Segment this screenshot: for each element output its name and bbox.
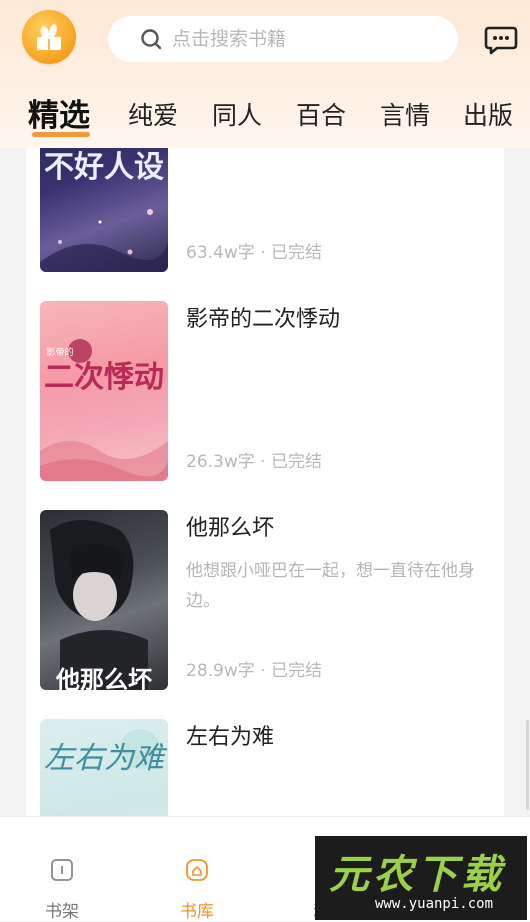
- book-meta: 63.4w字 · 已完结: [186, 243, 322, 263]
- book-cover[interactable]: 他那么坏: [40, 510, 168, 690]
- watermark-url: www.yuanpi.com: [375, 896, 494, 912]
- watermark-logo: 元农下载 www.yuanpi.com: [315, 836, 527, 920]
- tab-published[interactable]: 出版: [463, 96, 513, 132]
- list-item[interactable]: 左右为难 左右为难: [26, 719, 504, 816]
- cover-title: 二次悸动: [44, 360, 164, 395]
- tab-featured[interactable]: 精选: [28, 90, 90, 135]
- tab-fanfic[interactable]: 同人: [212, 96, 262, 132]
- book-description: 他想跟小哑巴在一起，想一直待在他身边。: [186, 561, 475, 611]
- book-list: 不好人设 63.4w字 · 已完结 影帝的 二次悸动 影帝的二次悸动 26.3w…: [26, 148, 504, 816]
- book-cover[interactable]: 影帝的 二次悸动: [40, 301, 168, 481]
- cover-title: 不好人设: [44, 150, 164, 185]
- list-item[interactable]: 不好人设 63.4w字 · 已完结: [26, 148, 504, 272]
- nav-label: 书架: [45, 902, 79, 922]
- search-icon: [141, 29, 162, 50]
- watermark-title: 元农下载: [329, 852, 505, 898]
- nav-label: 书库: [180, 902, 214, 922]
- book-icon: [51, 859, 73, 881]
- book-meta: 28.9w字 · 已完结: [186, 661, 322, 681]
- top-header: 精选 纯爱 同人 百合 言情 出版: [0, 0, 530, 148]
- library-icon: [186, 859, 208, 881]
- active-tab-indicator: [32, 132, 90, 137]
- tab-bl[interactable]: 纯爱: [128, 96, 178, 132]
- scrollbar[interactable]: [526, 720, 529, 810]
- book-title[interactable]: 左右为难: [186, 719, 274, 751]
- tab-romance[interactable]: 言情: [380, 96, 430, 132]
- search-bar[interactable]: [108, 16, 458, 62]
- book-cover[interactable]: 左右为难: [40, 719, 168, 816]
- cover-subtitle: 影帝的: [46, 348, 74, 358]
- book-title[interactable]: 他那么坏: [186, 510, 274, 542]
- search-input[interactable]: [170, 27, 424, 51]
- rabbit-book-icon: [37, 24, 61, 50]
- app-logo[interactable]: [22, 10, 76, 64]
- cover-title: 左右为难: [44, 741, 164, 776]
- book-meta: 26.3w字 · 已完结: [186, 452, 322, 472]
- message-icon[interactable]: [483, 22, 519, 58]
- cover-title: 他那么坏: [56, 665, 152, 690]
- book-title[interactable]: 影帝的二次悸动: [186, 301, 340, 333]
- list-item[interactable]: 影帝的 二次悸动 影帝的二次悸动 26.3w字 · 已完结: [26, 301, 504, 481]
- tab-gl[interactable]: 百合: [296, 96, 346, 132]
- list-item[interactable]: 他那么坏 他那么坏 他想跟小哑巴在一起，想一直待在他身边。 28.9w字 · 已…: [26, 510, 504, 690]
- category-tabs: 精选 纯爱 同人 百合 言情 出版: [0, 88, 530, 140]
- book-cover[interactable]: 不好人设: [40, 148, 168, 272]
